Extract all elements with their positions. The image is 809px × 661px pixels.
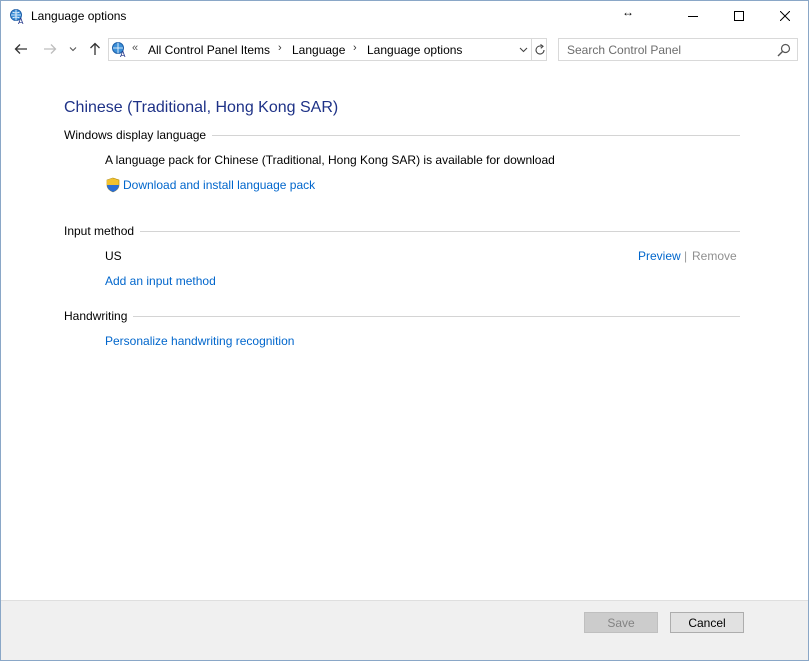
section-windows-display-language: Windows display language (64, 127, 740, 143)
close-button[interactable] (762, 1, 808, 31)
breadcrumb-separator[interactable]: › (278, 42, 282, 54)
breadcrumb-separator[interactable]: › (353, 42, 357, 54)
title-bar[interactable]: A Language options ↔ (1, 1, 808, 31)
navigation-bar: A « All Control Panel Items › Language ›… (1, 32, 808, 66)
section-divider (212, 134, 740, 136)
breadcrumb-overflow-button[interactable]: « (132, 42, 138, 54)
forward-button[interactable] (39, 38, 61, 60)
search-input[interactable] (559, 39, 771, 60)
section-header-label: Windows display language (64, 128, 207, 142)
uac-shield-icon (106, 177, 120, 193)
download-language-pack-link[interactable]: Download and install language pack (123, 178, 315, 192)
svg-text:A: A (18, 17, 24, 25)
save-button[interactable]: Save (584, 612, 658, 633)
maximize-icon (734, 11, 744, 21)
language-options-window: A Language options ↔ A « All Control Pan… (0, 0, 809, 661)
breadcrumb-language-options[interactable]: Language options (367, 43, 462, 57)
preview-input-method-link[interactable]: Preview (638, 249, 681, 263)
svg-text:A: A (120, 50, 126, 58)
section-header-label: Handwriting (64, 309, 128, 323)
search-icon[interactable] (776, 42, 792, 58)
address-bar[interactable]: A « All Control Panel Items › Language ›… (108, 38, 547, 61)
section-divider (140, 230, 740, 232)
address-history-button[interactable] (514, 39, 532, 60)
maximize-button[interactable] (716, 1, 762, 31)
control-panel-icon: A (112, 42, 126, 58)
minimize-icon (688, 16, 698, 17)
up-arrow-icon (90, 42, 100, 55)
section-divider (133, 315, 740, 317)
cancel-button[interactable]: Cancel (670, 612, 744, 633)
remove-input-method-link[interactable]: Remove (692, 249, 737, 263)
section-handwriting: Handwriting (64, 308, 740, 324)
window-title: Language options (31, 9, 127, 23)
resize-cursor-icon: ↔ (622, 5, 634, 19)
close-icon (780, 11, 790, 21)
search-box[interactable] (558, 38, 798, 61)
language-pack-availability-text: A language pack for Chinese (Traditional… (105, 153, 555, 167)
section-header-label: Input method (64, 224, 135, 238)
section-input-method: Input method (64, 223, 740, 239)
chevron-down-icon (519, 47, 527, 52)
back-button[interactable] (10, 38, 32, 60)
main-content: Chinese (Traditional, Hong Kong SAR) Win… (1, 67, 808, 600)
recent-locations-button[interactable] (65, 38, 81, 60)
chevron-down-icon (69, 47, 77, 52)
breadcrumb-all-control-panel-items[interactable]: All Control Panel Items (148, 43, 270, 57)
refresh-button[interactable] (531, 39, 547, 60)
refresh-icon (534, 43, 545, 55)
page-title: Chinese (Traditional, Hong Kong SAR) (64, 99, 339, 116)
minimize-button[interactable] (670, 1, 716, 31)
add-input-method-link[interactable]: Add an input method (105, 274, 216, 288)
back-arrow-icon (14, 44, 27, 54)
language-globe-icon: A (10, 9, 24, 25)
personalize-handwriting-link[interactable]: Personalize handwriting recognition (105, 334, 294, 348)
input-method-name: US (105, 249, 122, 263)
up-button[interactable] (84, 38, 106, 60)
forward-arrow-icon (44, 44, 57, 54)
dialog-footer: Save Cancel (1, 600, 808, 660)
breadcrumb-language[interactable]: Language (292, 43, 345, 57)
link-separator: | (684, 249, 688, 263)
